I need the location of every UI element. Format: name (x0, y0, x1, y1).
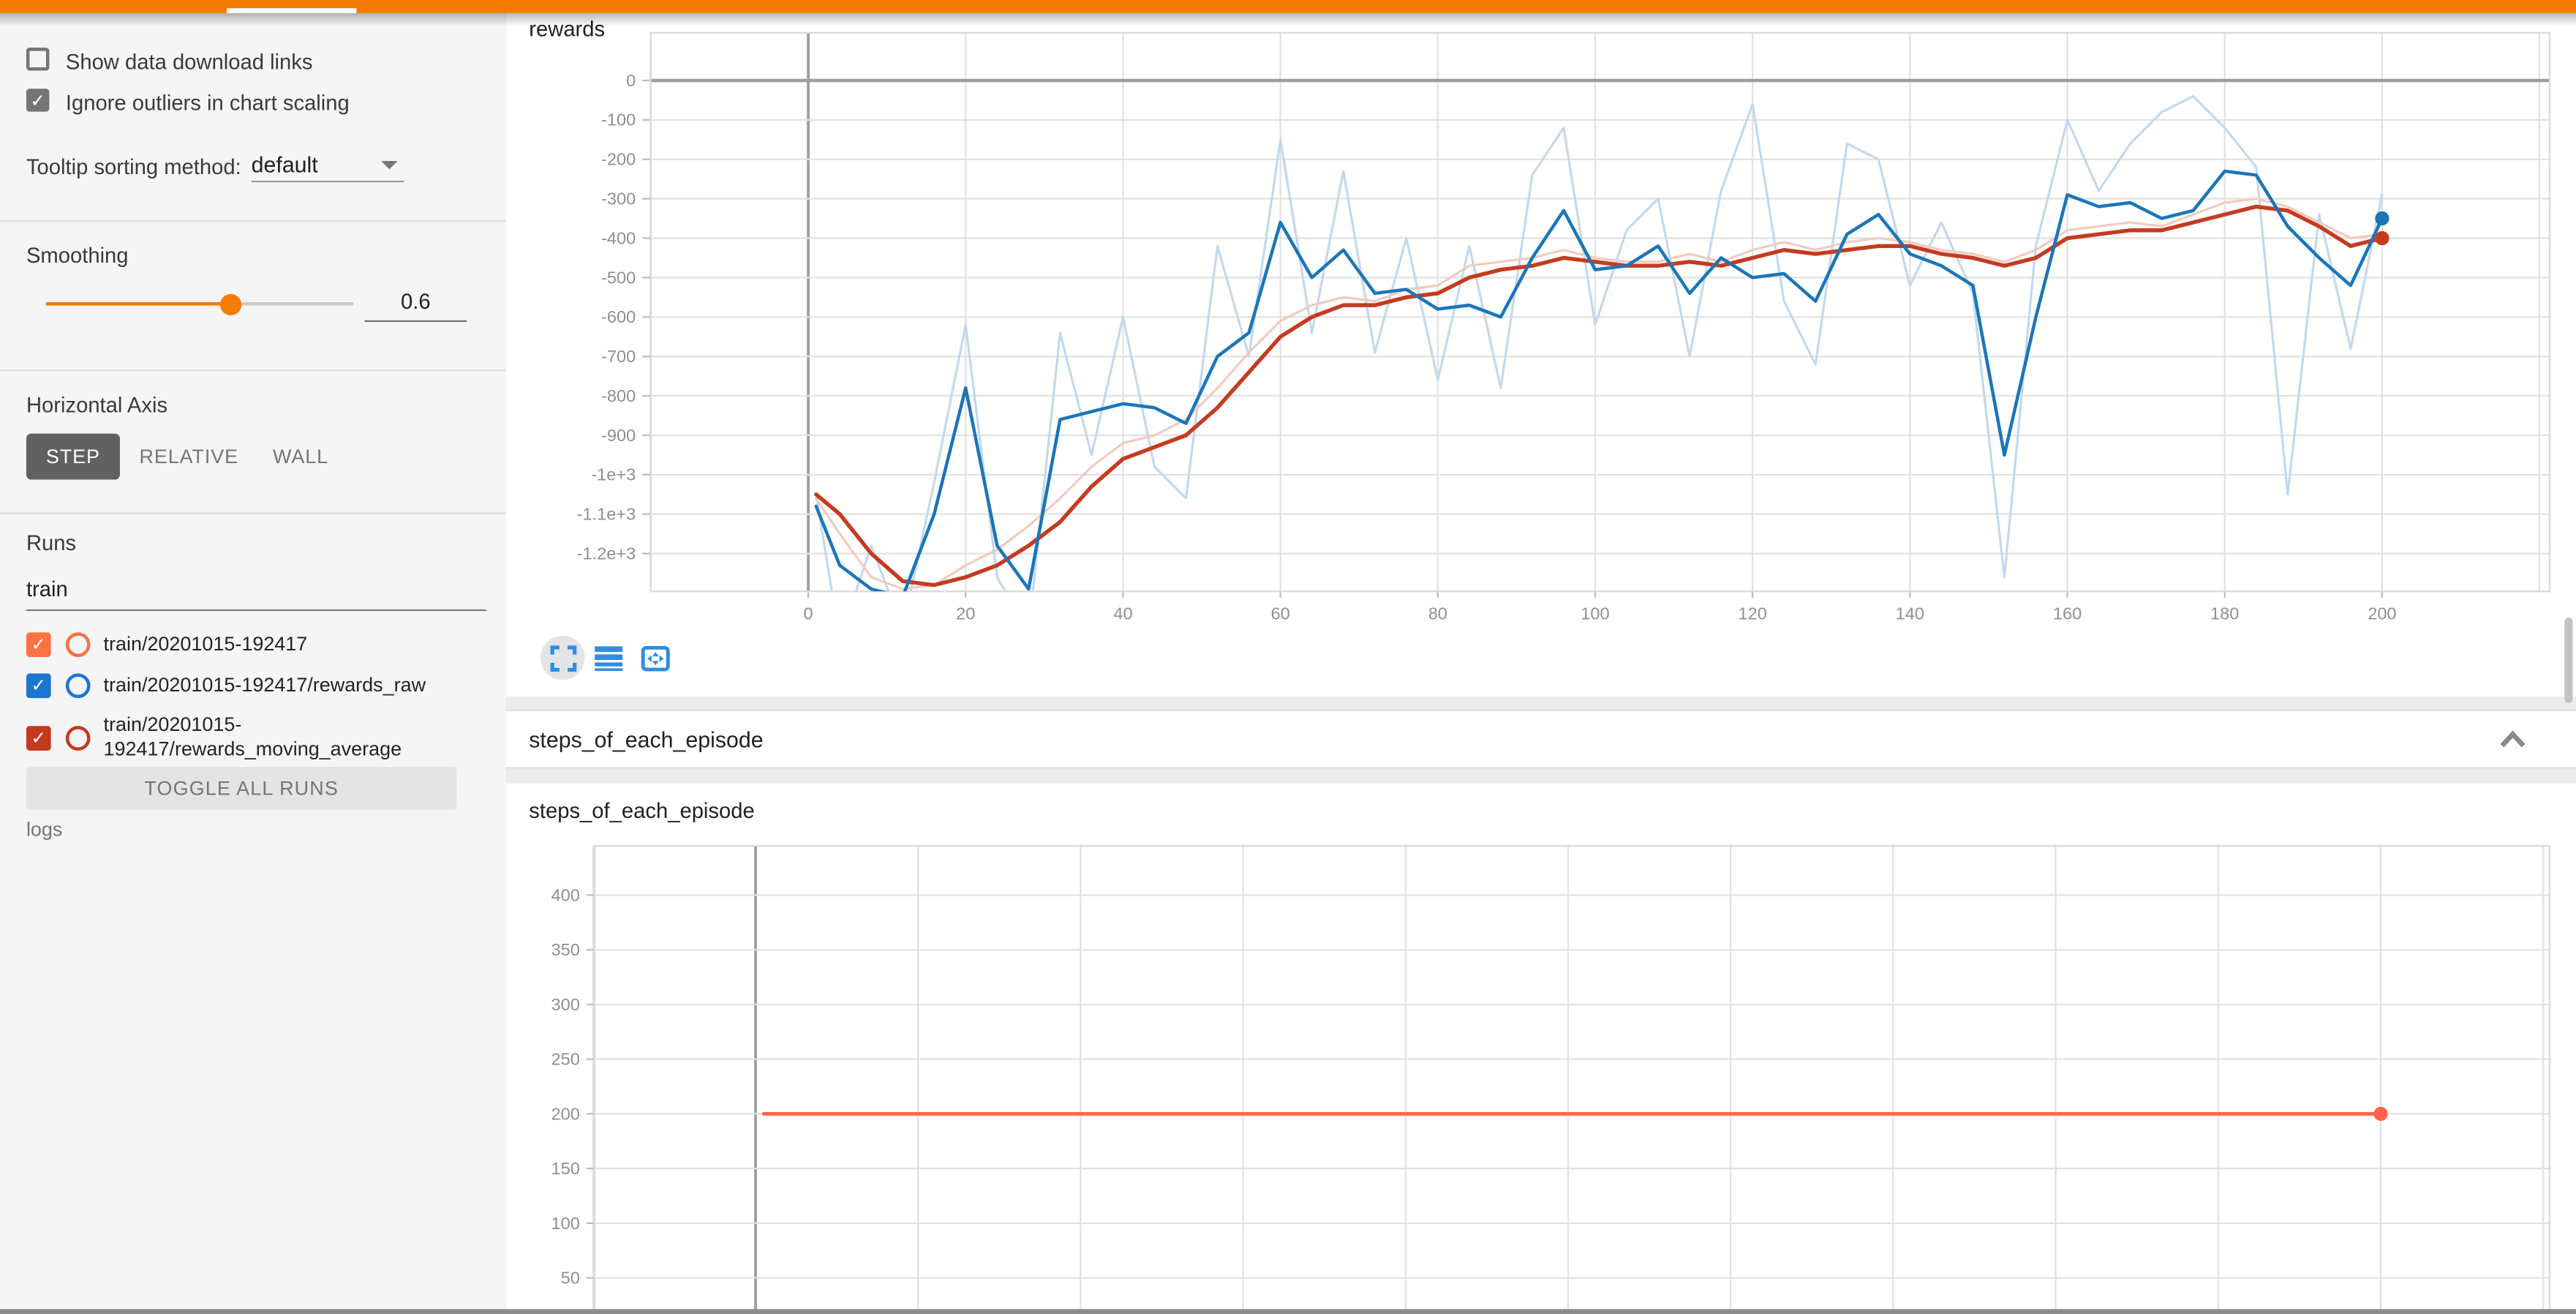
smoothing-value-field[interactable]: 0.6 (365, 289, 467, 322)
section-header[interactable]: steps_of_each_episode (506, 710, 2576, 769)
runs-label: Runs (26, 530, 76, 555)
run-checkbox[interactable]: ✓ (26, 673, 51, 698)
svg-text:-600: -600 (601, 307, 636, 326)
run-color-circle[interactable] (66, 632, 91, 657)
smoothing-slider[interactable] (46, 302, 353, 305)
svg-text:0: 0 (804, 604, 813, 623)
tooltip-sorting-label: Tooltip sorting method: (26, 154, 241, 179)
run-filter-input[interactable]: train (26, 577, 486, 611)
active-tab-underline (227, 9, 356, 13)
svg-text:400: 400 (551, 885, 580, 904)
axis-relative-button[interactable]: RELATIVE (133, 434, 245, 480)
window-bottom-edge (0, 1309, 2576, 1314)
svg-text:120: 120 (1739, 604, 1767, 623)
horizontal-axis-label: Horizontal Axis (26, 393, 167, 418)
run-checkbox[interactable]: ✓ (26, 632, 51, 657)
chevron-down-icon (381, 161, 397, 169)
check-icon: ✓ (29, 92, 45, 110)
rewards-card: rewards 0204060801001201401601802000-100… (506, 13, 2576, 697)
section-title: steps_of_each_episode (529, 728, 763, 753)
svg-text:-400: -400 (601, 228, 636, 247)
toggle-all-runs-button[interactable]: TOGGLE ALL RUNS (26, 767, 456, 809)
run-row: ✓ train/20201015-192417/rewards_moving_a… (26, 713, 496, 762)
svg-text:60: 60 (1271, 604, 1290, 623)
svg-text:140: 140 (1896, 604, 1924, 623)
divider (0, 512, 506, 514)
scrollbar-thumb[interactable] (2564, 617, 2572, 703)
logs-label: logs (26, 818, 62, 841)
svg-text:100: 100 (551, 1214, 580, 1233)
run-checkbox[interactable]: ✓ (26, 725, 51, 750)
run-label: train/20201015-192417 (104, 632, 495, 657)
svg-text:300: 300 (551, 995, 580, 1014)
svg-text:100: 100 (1581, 604, 1609, 623)
slider-handle[interactable] (219, 293, 241, 315)
ignore-outliers-label: Ignore outliers in chart scaling (66, 90, 350, 115)
check-icon: ✓ (31, 677, 46, 695)
main-content: rewards 0204060801001201401601802000-100… (506, 13, 2576, 1314)
svg-text:-200: -200 (601, 150, 636, 169)
svg-text:-1.1e+3: -1.1e+3 (577, 505, 636, 524)
svg-text:-700: -700 (601, 347, 636, 366)
svg-text:0: 0 (626, 71, 636, 90)
tooltip-sorting-dropdown[interactable]: default (252, 151, 404, 181)
fit-domain-icon[interactable] (641, 645, 670, 671)
svg-text:350: 350 (551, 940, 580, 959)
axis-step-button[interactable]: STEP (26, 434, 120, 480)
svg-text:-1.2e+3: -1.2e+3 (577, 544, 636, 563)
run-color-circle[interactable] (66, 673, 91, 698)
chevron-up-icon[interactable] (2498, 729, 2526, 749)
steps-chart[interactable]: 400 350 300 250 200 150 100 50 (506, 784, 2576, 1314)
run-label: train/20201015-192417/rewards_moving_ave… (104, 713, 495, 762)
fullscreen-icon[interactable] (549, 645, 576, 671)
svg-text:80: 80 (1428, 604, 1447, 623)
filter-underline (26, 609, 486, 611)
svg-text:200: 200 (2368, 604, 2396, 623)
svg-text:-500: -500 (601, 268, 636, 287)
svg-text:-100: -100 (601, 110, 636, 129)
svg-text:-900: -900 (601, 426, 636, 445)
check-icon: ✓ (31, 636, 46, 654)
dropdown-underline (252, 181, 404, 182)
svg-text:250: 250 (551, 1050, 580, 1069)
svg-text:160: 160 (2053, 604, 2082, 623)
smoothing-value: 0.6 (365, 289, 467, 314)
svg-text:150: 150 (551, 1159, 580, 1178)
svg-text:50: 50 (561, 1269, 580, 1288)
svg-text:180: 180 (2210, 604, 2239, 623)
axis-wall-button[interactable]: WALL (263, 434, 338, 480)
smoothing-label: Smoothing (26, 243, 129, 268)
svg-text:40: 40 (1113, 604, 1132, 623)
divider (0, 220, 506, 222)
check-icon: ✓ (31, 729, 46, 747)
tooltip-sorting-value: default (252, 153, 318, 178)
run-label: train/20201015-192417/rewards_raw (104, 673, 495, 698)
svg-text:20: 20 (956, 604, 975, 623)
steps-card: steps_of_each_episode 400350300250200150… (506, 784, 2576, 1314)
svg-text:200: 200 (551, 1104, 580, 1123)
run-row: ✓ train/20201015-192417/rewards_raw (26, 673, 496, 698)
rewards-chart[interactable]: 0 20 40 60 80 100 120 140 160 180 200 0 -100 -200 -300… (506, 13, 2576, 697)
run-color-circle[interactable] (66, 725, 91, 750)
divider (0, 369, 506, 371)
svg-text:-1e+3: -1e+3 (591, 465, 636, 484)
top-app-bar (0, 0, 2576, 13)
show-data-download-links-checkbox[interactable] (26, 48, 49, 70)
data-rows-icon[interactable] (595, 645, 622, 671)
show-data-download-links-label: Show data download links (66, 49, 313, 74)
run-filter-value: train (26, 577, 486, 601)
ignore-outliers-checkbox[interactable]: ✓ (26, 89, 49, 111)
svg-text:-300: -300 (601, 189, 636, 209)
value-underline (365, 320, 467, 322)
run-row: ✓ train/20201015-192417 (26, 632, 496, 657)
slider-fill (46, 302, 230, 305)
tensorboard-window: Show data download links ✓ Ignore outlie… (0, 0, 2576, 1314)
sidebar: Show data download links ✓ Ignore outlie… (0, 13, 508, 1314)
svg-text:-800: -800 (601, 386, 636, 405)
